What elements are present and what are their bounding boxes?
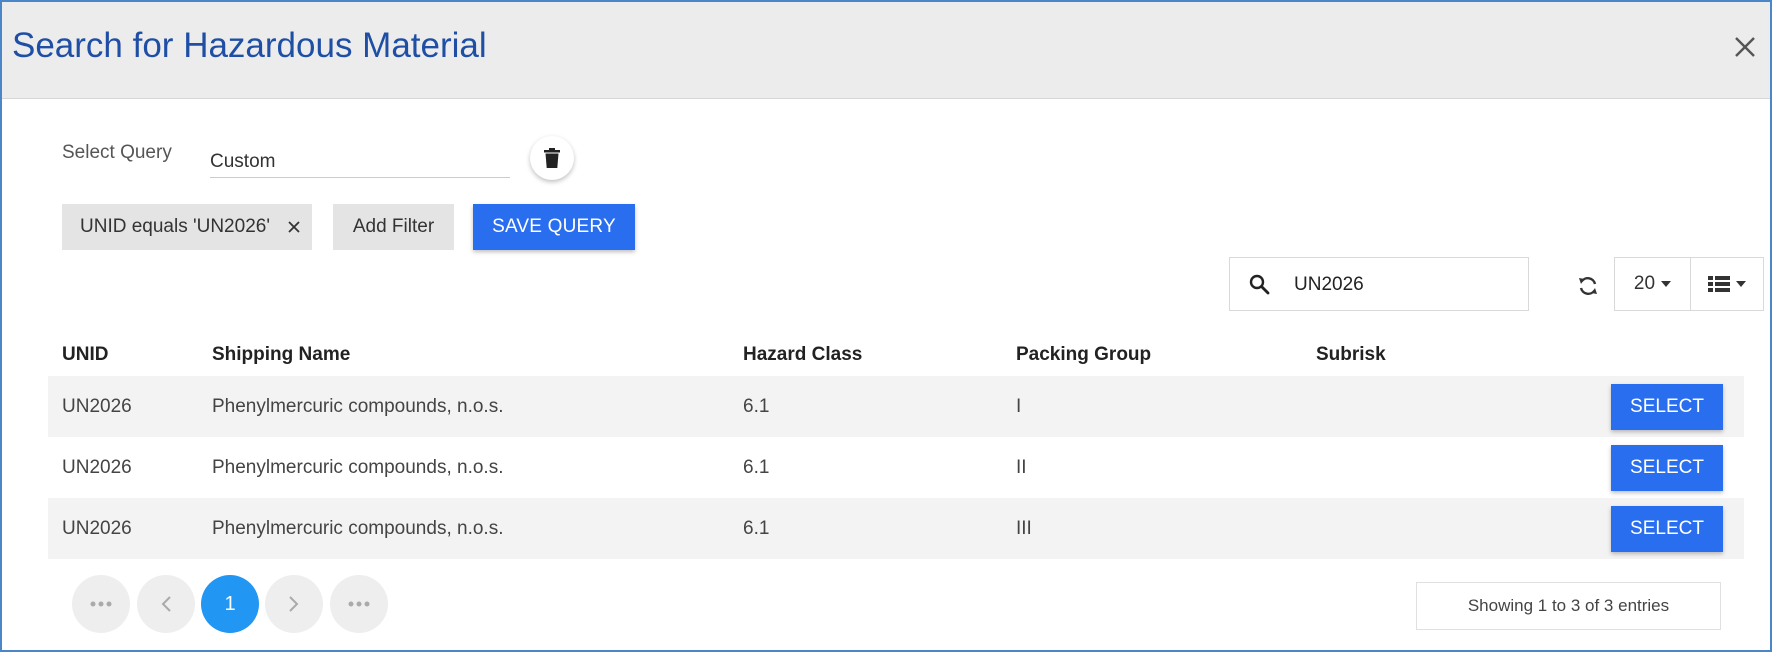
cell-action: SELECT bbox=[1606, 437, 1744, 498]
close-icon bbox=[1735, 37, 1755, 57]
view-mode-dropdown[interactable] bbox=[1690, 257, 1764, 311]
cell-packing-group: II bbox=[1016, 456, 1027, 478]
chevron-left-icon bbox=[161, 596, 171, 612]
add-filter-button[interactable]: Add Filter bbox=[333, 204, 454, 250]
filter-chip-label: UNID equals 'UN2026' bbox=[80, 216, 270, 237]
delete-query-button[interactable] bbox=[530, 136, 574, 180]
cell-hazard-class: 6.1 bbox=[743, 456, 770, 478]
caret-down-icon bbox=[1736, 281, 1746, 287]
list-view-icon bbox=[1708, 276, 1730, 292]
cell-subrisk bbox=[1316, 376, 1606, 437]
ellipsis-icon bbox=[90, 601, 112, 607]
refresh-button[interactable] bbox=[1572, 270, 1604, 302]
filter-chip: UNID equals 'UN2026' bbox=[62, 204, 312, 250]
column-header-hazard-class[interactable]: Hazard Class bbox=[743, 334, 1016, 376]
last-page-button[interactable] bbox=[330, 575, 388, 633]
select-button[interactable]: SELECT bbox=[1611, 444, 1723, 491]
cell-hazard-class: 6.1 bbox=[743, 376, 1016, 437]
search-hazmat-dialog: Search for Hazardous Material Select Que… bbox=[0, 0, 1772, 652]
first-page-button[interactable] bbox=[72, 575, 130, 633]
table-row: UN2026 Phenylmercuric compounds, n.o.s. … bbox=[48, 498, 1744, 559]
cell-packing-group: I bbox=[1016, 376, 1316, 437]
entries-summary: Showing 1 to 3 of 3 entries bbox=[1416, 582, 1721, 630]
dialog-title: Search for Hazardous Material bbox=[12, 26, 487, 65]
page-size-value: 20 bbox=[1633, 273, 1656, 294]
dialog-header: Search for Hazardous Material bbox=[2, 2, 1770, 99]
column-header-packing-group[interactable]: Packing Group bbox=[1016, 334, 1316, 376]
caret-down-icon bbox=[1661, 281, 1672, 287]
close-button[interactable] bbox=[1728, 30, 1762, 64]
select-button[interactable]: SELECT bbox=[1611, 383, 1723, 430]
cell-action: SELECT bbox=[1606, 376, 1744, 437]
cell-shipping-name: Phenylmercuric compounds, n.o.s. bbox=[212, 498, 743, 559]
table-header-row: UNID Shipping Name Hazard Class Packing … bbox=[48, 334, 1744, 376]
results-table: UNID Shipping Name Hazard Class Packing … bbox=[48, 334, 1744, 559]
search-box bbox=[1229, 257, 1529, 311]
save-query-button[interactable]: SAVE QUERY bbox=[473, 204, 635, 250]
chevron-right-icon bbox=[289, 596, 299, 612]
column-header-unid[interactable]: UNID bbox=[48, 334, 212, 376]
column-header-shipping-name[interactable]: Shipping Name bbox=[212, 334, 743, 376]
cell-unid: UN2026 bbox=[62, 456, 132, 478]
cell-shipping-name: Phenylmercuric compounds, n.o.s. bbox=[212, 456, 504, 478]
cell-hazard-class: 6.1 bbox=[743, 498, 1016, 559]
page-button-current[interactable]: 1 bbox=[201, 575, 259, 633]
cell-shipping-name: Phenylmercuric compounds, n.o.s. bbox=[212, 376, 743, 437]
table-row: UN2026 Phenylmercuric compounds, n.o.s. … bbox=[48, 437, 1744, 498]
cell-subrisk bbox=[1316, 437, 1606, 498]
cell-subrisk bbox=[1316, 498, 1606, 559]
cell-unid: UN2026 bbox=[48, 376, 212, 437]
search-icon bbox=[1249, 274, 1270, 295]
cell-packing-group: III bbox=[1016, 498, 1316, 559]
cell-unid: UN2026 bbox=[48, 498, 212, 559]
ellipsis-icon bbox=[348, 601, 370, 607]
table-row: UN2026 Phenylmercuric compounds, n.o.s. … bbox=[48, 376, 1744, 437]
remove-filter-button[interactable] bbox=[284, 217, 304, 237]
column-header-subrisk[interactable]: Subrisk bbox=[1316, 334, 1606, 376]
select-button[interactable]: SELECT bbox=[1611, 505, 1723, 552]
select-query-input[interactable] bbox=[210, 140, 510, 178]
next-page-button[interactable] bbox=[265, 575, 323, 633]
refresh-icon bbox=[1579, 277, 1597, 295]
search-input[interactable] bbox=[1292, 268, 1516, 302]
previous-page-button[interactable] bbox=[137, 575, 195, 633]
column-header-action bbox=[1606, 334, 1744, 376]
close-icon bbox=[288, 221, 300, 233]
select-query-label: Select Query bbox=[62, 142, 172, 163]
page-size-dropdown[interactable]: 20 bbox=[1614, 257, 1691, 311]
trash-icon bbox=[544, 148, 560, 168]
cell-action: SELECT bbox=[1606, 498, 1744, 559]
